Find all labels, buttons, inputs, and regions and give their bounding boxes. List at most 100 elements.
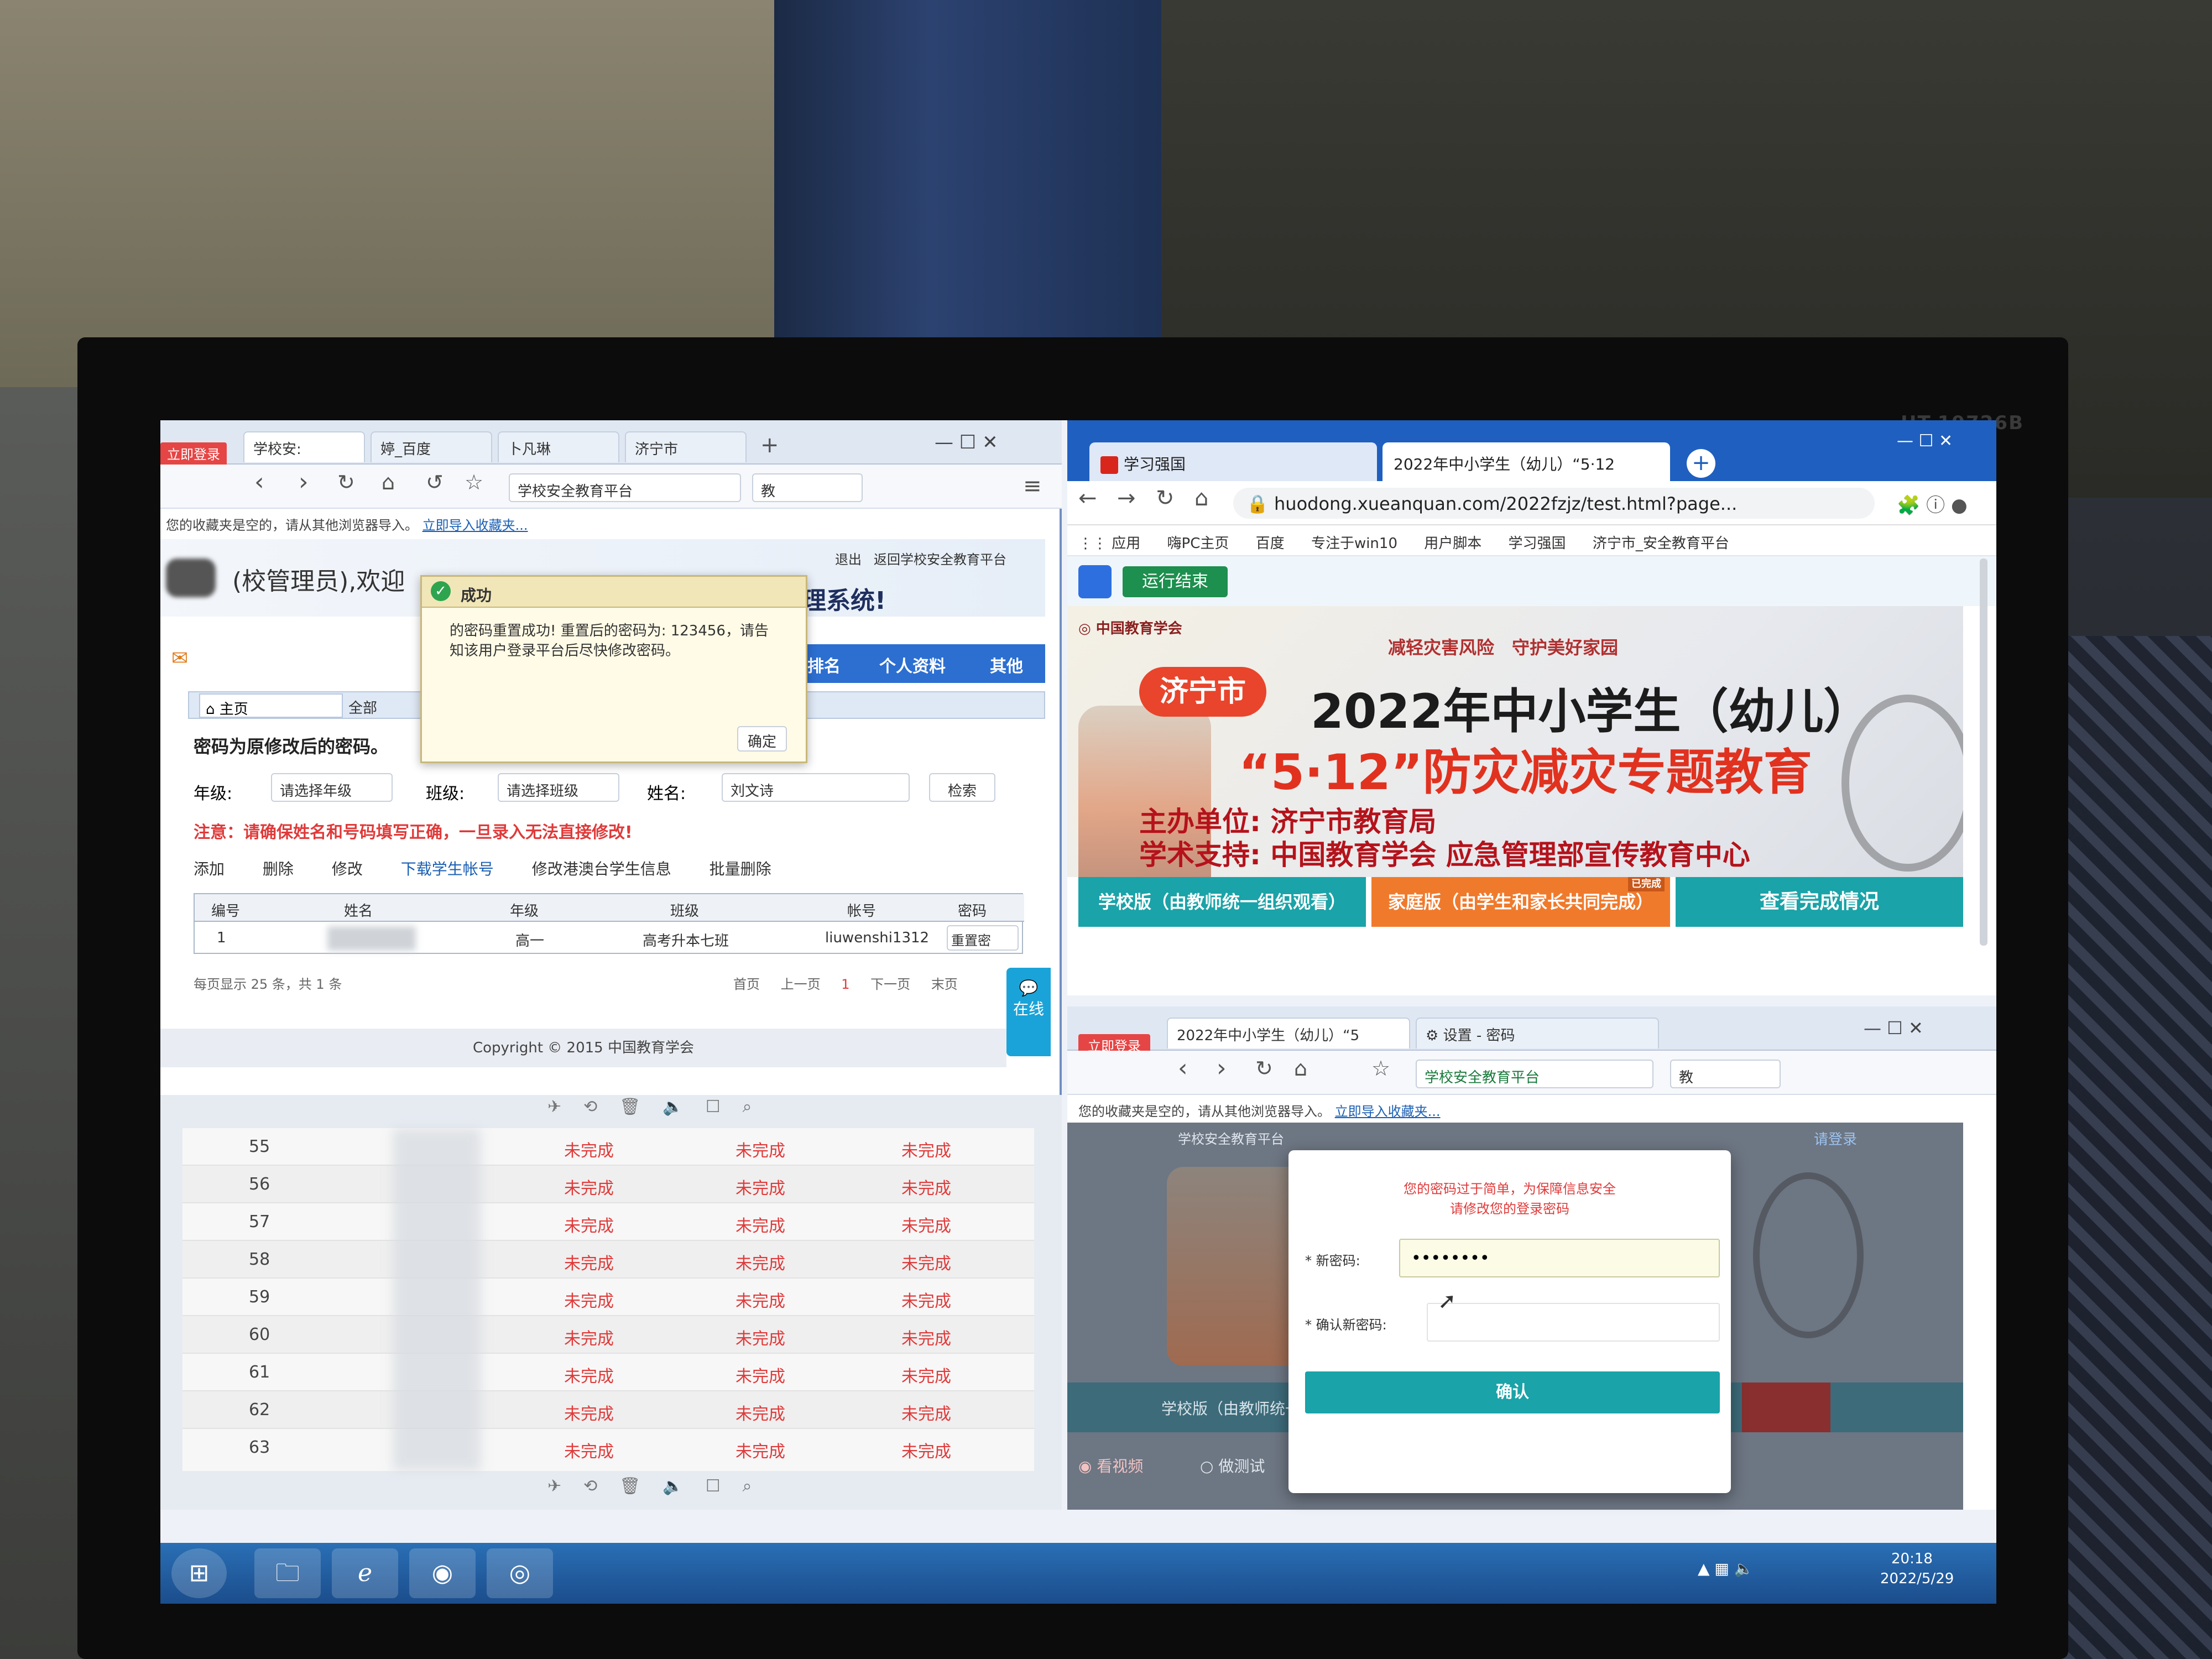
site-name: 学校安全教育平台 xyxy=(1178,1131,1284,1147)
mail-icon[interactable]: ✉ xyxy=(171,647,188,670)
bookmark-3[interactable]: 百度 xyxy=(1256,535,1285,552)
edit-hk-macau-button[interactable]: 修改港澳台学生信息 xyxy=(532,860,671,878)
menu-icon[interactable]: ≡ xyxy=(1023,473,1042,499)
confirm-button[interactable]: 确认 xyxy=(1305,1371,1720,1413)
extensions-icon[interactable]: 🧩 ⓘ ● xyxy=(1897,490,1968,517)
radio-icon: ◉ xyxy=(1078,1457,1097,1475)
table-row[interactable]: 1 高一 高考升本七班 liuwenshi1312 重置密 xyxy=(195,923,1024,954)
lower-tab-2[interactable]: ⚙ 设置 - 密码 xyxy=(1416,1018,1659,1048)
nav-rank[interactable]: 排名 xyxy=(807,653,841,677)
home-icon[interactable]: ⌂ xyxy=(382,470,395,494)
360-browser-icon[interactable]: ◎ xyxy=(487,1548,553,1598)
delete-button[interactable]: 删除 xyxy=(263,860,294,878)
back-icon[interactable]: ‹ xyxy=(254,468,264,496)
lower-import-bookmarks-link[interactable]: 立即导入收藏夹... xyxy=(1335,1104,1441,1119)
reset-password-button[interactable]: 重置密 xyxy=(947,925,1019,951)
chrome-icon[interactable]: ◉ xyxy=(409,1548,476,1598)
file-explorer-icon[interactable]: 🗀 xyxy=(254,1548,321,1598)
home-icon[interactable]: ⌂ xyxy=(1194,486,1208,511)
right-tab-1[interactable]: 学习强国 xyxy=(1089,442,1377,481)
class-select[interactable]: 请选择班级 xyxy=(498,773,619,802)
lower-search-box[interactable]: 教 xyxy=(1670,1060,1781,1088)
dialog-ok-button[interactable]: 确定 xyxy=(737,726,787,752)
reload-icon[interactable]: ↻ xyxy=(1156,486,1175,511)
import-bookmarks-link[interactable]: 立即导入收藏夹... xyxy=(422,518,528,533)
search-button[interactable]: 检索 xyxy=(929,773,995,802)
new-tab-icon[interactable]: + xyxy=(760,432,779,458)
reload-icon[interactable]: ↻ xyxy=(337,470,355,494)
login-link[interactable]: 请登录 xyxy=(1814,1128,1857,1149)
lower-window-controls-icon[interactable]: — ☐ ✕ xyxy=(1864,1018,1923,1039)
new-password-input[interactable]: •••••••• xyxy=(1399,1239,1720,1277)
family-version-button[interactable]: 家庭版（由学生和家长共同完成） 已完成 xyxy=(1371,877,1670,927)
forward-icon[interactable]: → xyxy=(1117,486,1136,511)
pager-last[interactable]: 末页 xyxy=(931,977,958,992)
back-icon[interactable]: ‹ xyxy=(1178,1054,1188,1082)
dimmed-clock xyxy=(1753,1172,1864,1338)
internet-explorer-icon[interactable]: ℯ xyxy=(332,1548,398,1598)
check-completion-button[interactable]: 查看完成情况 xyxy=(1676,877,1963,927)
apps-icon[interactable]: ⋮⋮ xyxy=(1078,535,1112,552)
edit-button[interactable]: 修改 xyxy=(332,860,363,878)
bookmark-6[interactable]: 学习强国 xyxy=(1509,535,1566,552)
pager-prev[interactable]: 上一页 xyxy=(781,977,821,992)
nav-other[interactable]: 其他 xyxy=(990,653,1023,677)
return-link[interactable]: 返回学校安全教育平台 xyxy=(874,549,1006,568)
lower-address-bar[interactable]: 学校安全教育平台 xyxy=(1416,1060,1653,1088)
extension-blue-square[interactable] xyxy=(1078,565,1112,598)
new-tab-button[interactable]: + xyxy=(1687,449,1715,478)
tab-home[interactable]: ⌂ 主页 xyxy=(199,693,343,718)
left-browser-badge[interactable]: 立即登录 xyxy=(160,442,227,467)
pager-page[interactable]: 1 xyxy=(841,977,849,992)
window-controls-icon[interactable]: — ☐ ✕ xyxy=(935,431,998,453)
nav-profile[interactable]: 个人资料 xyxy=(879,653,946,677)
left-tab-4[interactable]: 济宁市 xyxy=(625,431,747,462)
tab-all[interactable]: 全部 xyxy=(348,697,377,717)
xuexi-favicon-icon xyxy=(1100,456,1118,474)
forward-icon[interactable]: › xyxy=(1217,1054,1227,1082)
bookmark-7[interactable]: 济宁市_安全教育平台 xyxy=(1593,535,1729,552)
pager-next[interactable]: 下一页 xyxy=(870,977,910,992)
status-3: 未完成 xyxy=(901,1367,951,1386)
bookmark-1[interactable]: 应用 xyxy=(1112,535,1140,552)
bookmark-2[interactable]: 嗨PC主页 xyxy=(1167,535,1229,552)
school-version-button[interactable]: 学校版（由教师统一组织观看） xyxy=(1078,877,1366,927)
left-address-bar[interactable]: 学校安全教育平台 xyxy=(509,473,741,502)
status-3: 未完成 xyxy=(901,1329,951,1349)
system-tray-icons[interactable]: ▲ ▦ 🔈 xyxy=(1698,1559,1754,1578)
home-icon[interactable]: ⌂ xyxy=(1294,1056,1307,1081)
star-icon[interactable]: ☆ xyxy=(465,470,483,494)
bookmark-5[interactable]: 用户脚本 xyxy=(1424,535,1481,552)
table-header: 编号 姓名 年级 班级 帐号 密码 xyxy=(195,894,1024,922)
star-icon[interactable]: ☆ xyxy=(1371,1056,1390,1081)
warning-text: 注意：请确保姓名和号码填写正确，一旦录入无法直接修改! xyxy=(194,823,633,842)
confirm-password-input[interactable] xyxy=(1427,1303,1720,1342)
name-input[interactable]: 刘文诗 xyxy=(722,773,910,802)
watch-video-label: 看视频 xyxy=(1097,1457,1144,1475)
add-button[interactable]: 添加 xyxy=(194,860,225,878)
forward-icon[interactable]: › xyxy=(299,468,309,496)
batch-delete-button[interactable]: 批量删除 xyxy=(709,860,771,878)
right-scrollbar[interactable] xyxy=(1980,559,1987,946)
left-tab-1[interactable]: 学校安: xyxy=(243,431,365,462)
start-button-icon[interactable]: ⊞ xyxy=(171,1548,227,1598)
left-tab-3[interactable]: 卜凡琳 xyxy=(498,431,619,462)
undo-icon[interactable]: ↺ xyxy=(426,470,444,494)
download-accounts-button[interactable]: 下载学生帐号 xyxy=(401,860,494,878)
status-1: 未完成 xyxy=(564,1292,614,1311)
run-end-button[interactable]: 运行结束 xyxy=(1123,566,1228,597)
settings-gear-icon: ⚙ xyxy=(1426,1027,1443,1044)
pager-first[interactable]: 首页 xyxy=(733,977,760,992)
right-tab-2[interactable]: 2022年中小学生（幼儿）“5·12 xyxy=(1383,442,1670,481)
reload-icon[interactable]: ↻ xyxy=(1255,1056,1273,1081)
back-icon[interactable]: ← xyxy=(1078,486,1097,511)
online-side-tab[interactable]: 💬 在线 xyxy=(1006,968,1051,1056)
exit-link[interactable]: 退出 xyxy=(835,549,862,568)
lower-tab-1[interactable]: 2022年中小学生（幼儿）“5 xyxy=(1167,1018,1410,1048)
right-window-controls-icon[interactable]: — ☐ ✕ xyxy=(1897,431,1953,451)
bookmark-4[interactable]: 专注于win10 xyxy=(1311,535,1397,552)
left-tab-2[interactable]: 婷_百度 xyxy=(371,431,492,462)
url-bar[interactable]: 🔒 huodong.xueanquan.com/2022fzjz/test.ht… xyxy=(1233,488,1875,519)
left-search-box[interactable]: 教 xyxy=(752,473,863,502)
grade-select[interactable]: 请选择年级 xyxy=(271,773,393,802)
